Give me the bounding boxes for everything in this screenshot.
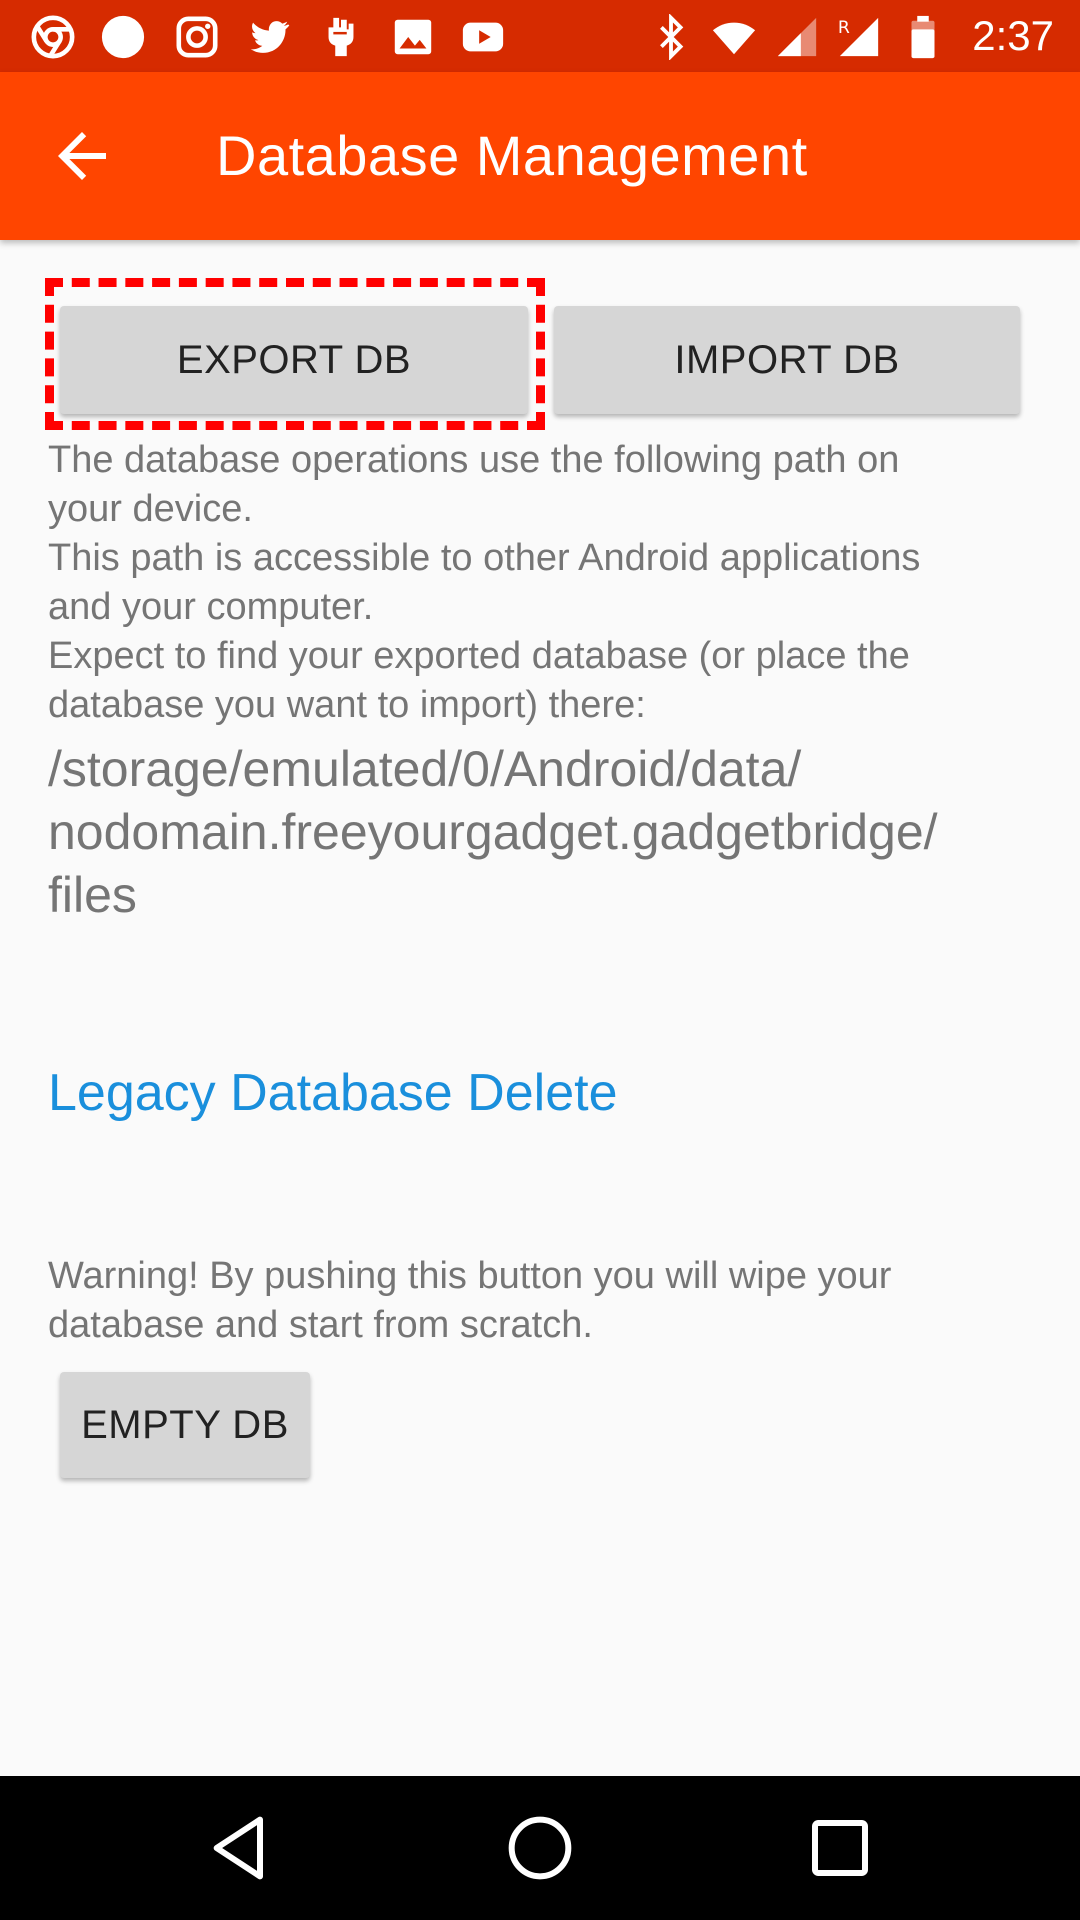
info-line: database you want to import) there: [48, 684, 646, 726]
empty-db-warning: Warning! By pushing this button you will… [48, 1252, 1038, 1350]
nav-recents-icon [812, 1820, 868, 1876]
nav-home-icon [508, 1816, 572, 1880]
path-line: files [48, 867, 137, 923]
twitter-icon [246, 14, 292, 60]
main-content: EXPORT DB IMPORT DB The database operati… [0, 240, 1080, 1776]
youtube-icon [460, 14, 506, 60]
import-button[interactable]: IMPORT DB [554, 306, 1020, 414]
empty-db-button-label: EMPTY DB [81, 1403, 289, 1447]
bluetooth-icon [648, 14, 694, 60]
roaming-signal-icon: R [836, 14, 882, 60]
info-line: Expect to find your exported database (o… [48, 635, 910, 677]
status-clock: 2:37 [972, 12, 1054, 59]
path-line: /storage/emulated/0/Android/data/ [48, 741, 802, 797]
export-button[interactable]: EXPORT DB [60, 306, 528, 414]
cell-signal-icon [774, 14, 820, 60]
legacy-database-delete-link[interactable]: Legacy Database Delete [48, 1062, 618, 1124]
battery-icon [906, 14, 940, 60]
nav-home-button[interactable] [500, 1808, 580, 1888]
export-button-label: EXPORT DB [176, 338, 412, 382]
nav-recents-button[interactable] [800, 1808, 880, 1888]
empty-db-button[interactable]: EMPTY DB [60, 1372, 310, 1478]
warning-line: Warning! By pushing this button you will… [48, 1255, 892, 1297]
info-line: your device. [48, 488, 253, 530]
info-line: The database operations use the followin… [48, 439, 900, 481]
chrome-icon [30, 14, 76, 60]
navigation-bar [0, 1776, 1080, 1920]
import-button-label: IMPORT DB [674, 338, 900, 382]
back-button[interactable] [46, 120, 118, 192]
path-line: nodomain.freeyourgadget.gadgetbridge/ [48, 804, 938, 860]
app-bar: Database Management [0, 72, 1080, 240]
nav-back-icon [213, 1816, 263, 1880]
info-line: This path is accessible to other Android… [48, 537, 921, 579]
database-path-info: The database operations use the followin… [48, 436, 1038, 730]
nav-back-button[interactable] [200, 1808, 280, 1888]
instagram-icon [174, 14, 220, 60]
circle-app-icon [100, 14, 146, 60]
fist-icon [318, 14, 364, 60]
wifi-icon [708, 14, 760, 60]
database-path: /storage/emulated/0/Android/data/ nodoma… [48, 738, 1048, 927]
svg-text:R: R [838, 18, 850, 38]
warning-line: database and start from scratch. [48, 1304, 593, 1346]
arrow-back-icon [58, 132, 106, 180]
image-icon [390, 14, 436, 60]
info-line: and your computer. [48, 586, 374, 628]
page-title: Database Management [216, 124, 808, 187]
status-bar: R 2:37 [0, 0, 1080, 72]
